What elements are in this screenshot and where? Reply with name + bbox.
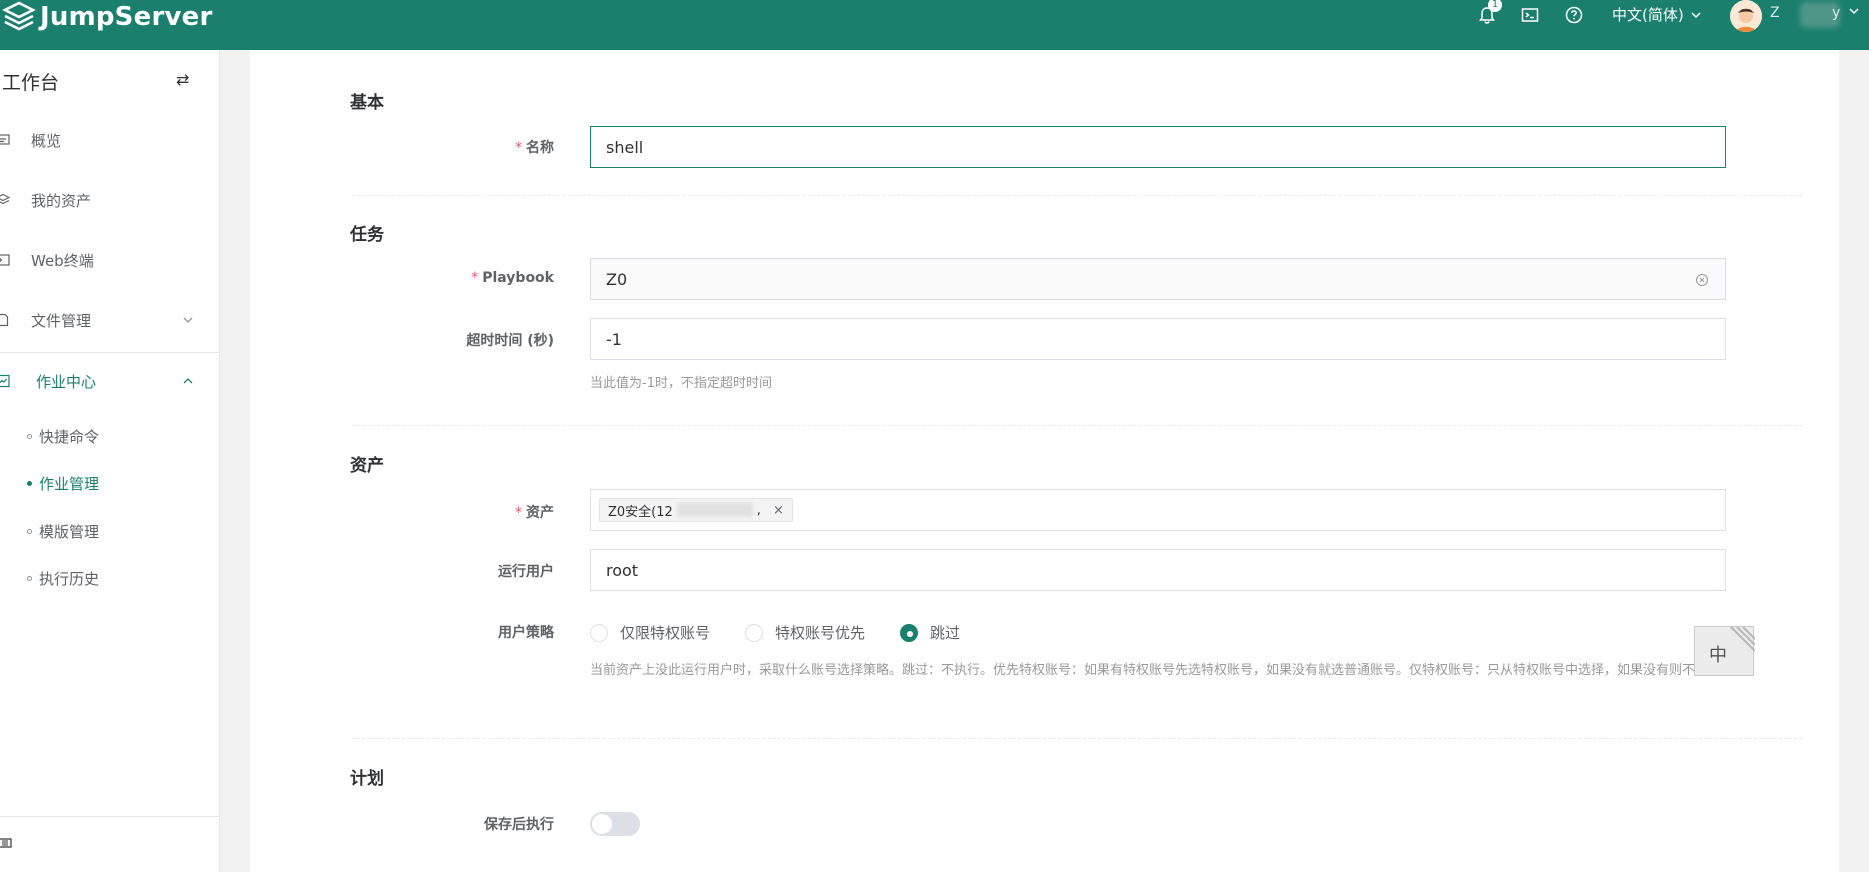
bullet-dot [27, 480, 32, 486]
clear-icon[interactable] [1695, 273, 1709, 287]
playbook-label: * Playbook [471, 270, 554, 286]
radio-skip[interactable]: 跳过 [900, 622, 960, 643]
file-icon [0, 313, 9, 327]
sidebar-title: 工作台 [2, 72, 60, 94]
timeout-label: 超时时间 (秒) [466, 333, 554, 349]
language-selector[interactable]: 中文(简体) [1612, 4, 1702, 25]
sidebar-subitem-label: 执行历史 [39, 569, 100, 588]
asset-tag-label: Z0安全(12 [608, 504, 673, 520]
sidebar-item-job-center[interactable]: 作业中心 [0, 361, 219, 401]
sidebar-bottom-divider [0, 816, 219, 817]
required-asterisk: * [471, 270, 479, 286]
user-strategy-help-text: 当前资产上没此运行用户时，采取什么账号选择策略。跳过：不执行。优先特权账号：如果… [590, 663, 1722, 678]
asset-tag-suffix: , [756, 502, 761, 518]
section-title-plan: 计划 [350, 769, 384, 789]
user-strategy-label: 用户策略 [498, 625, 554, 641]
sidebar-subitem-job-management[interactable]: 作业管理 [0, 465, 219, 501]
timeout-help-text: 当此值为-1时，不指定超时时间 [590, 376, 772, 391]
ime-corner-icon [1730, 627, 1755, 652]
sidebar-item-web-terminal[interactable]: Web终端 [0, 240, 219, 280]
user-menu-chevron-icon[interactable] [1848, 5, 1860, 17]
user-avatar[interactable] [1730, 0, 1762, 32]
jumpserver-logo-icon [2, 1, 36, 31]
assets-icon [0, 193, 10, 205]
chevron-down-icon [1691, 11, 1701, 18]
radio-circle-checked [900, 623, 918, 642]
sidebar-item-my-assets[interactable]: 我的资产 [0, 180, 219, 220]
bullet-dot [27, 575, 32, 581]
assets-label: * 资产 [515, 505, 554, 521]
bullet-dot [27, 528, 32, 534]
sidebar-subitem-quick-command[interactable]: 快捷命令 [0, 418, 219, 454]
sidebar-divider [0, 352, 219, 353]
web-terminal-icon[interactable] [1519, 4, 1541, 26]
top-header: JumpServer 1 中文(简体) Z y [0, 0, 1869, 50]
radio-privileged-only[interactable]: 仅限特权账号 [590, 622, 710, 643]
help-icon[interactable] [1563, 4, 1585, 26]
name-input[interactable]: shell [590, 126, 1726, 168]
sidebar-item-label: 文件管理 [31, 311, 92, 330]
sidebar-subitem-label: 作业管理 [39, 474, 100, 493]
brand-logo[interactable]: JumpServer [0, 0, 212, 50]
chevron-up-icon [183, 378, 193, 384]
run-after-save-label: 保存后执行 [484, 817, 554, 833]
switch-view-icon[interactable]: ⇄ [176, 70, 189, 89]
user-name-suffix: y [1832, 5, 1841, 21]
sidebar: 工作台 ⇄ 概览 我的资产 Web终端 文件管理 作业中心 快捷命令 作业管理 … [0, 50, 220, 872]
asset-tag-redacted [676, 503, 753, 517]
chevron-down-icon [183, 317, 193, 323]
language-label: 中文(简体) [1612, 6, 1684, 24]
timeout-input[interactable]: -1 [590, 318, 1726, 360]
asset-tag: Z0安全(12 , × [599, 498, 793, 522]
sidebar-item-overview[interactable]: 概览 [0, 120, 219, 160]
radio-privileged-first[interactable]: 特权账号优先 [745, 622, 865, 643]
brand-name: JumpServer [40, 2, 213, 32]
sidebar-subitem-execution-history[interactable]: 执行历史 [0, 560, 219, 596]
run-after-save-switch[interactable] [590, 812, 640, 836]
run-user-input[interactable]: root [590, 549, 1726, 591]
overview-icon [0, 134, 10, 145]
required-asterisk: * [515, 505, 522, 521]
ime-indicator[interactable]: 中 [1694, 626, 1755, 676]
sidebar-item-label: Web终端 [31, 251, 94, 270]
section-title-basic: 基本 [350, 93, 384, 113]
section-divider [352, 195, 1802, 196]
sidebar-item-label: 我的资产 [31, 191, 92, 210]
section-title-task: 任务 [350, 225, 384, 245]
sidebar-subitem-label: 模版管理 [39, 522, 100, 541]
name-label: * 名称 [515, 140, 554, 156]
radio-circle [745, 623, 763, 642]
sidebar-item-label: 概览 [31, 131, 62, 150]
section-title-asset: 资产 [350, 456, 384, 476]
playbook-select[interactable]: Z0 [590, 258, 1726, 300]
sidebar-item-label: 作业中心 [36, 372, 97, 391]
user-name-initial[interactable]: Z [1770, 5, 1780, 21]
job-icon [0, 374, 10, 388]
avatar-icon [1730, 0, 1762, 32]
section-divider [352, 738, 1802, 739]
run-user-label: 运行用户 [498, 564, 554, 580]
terminal-icon [0, 254, 10, 266]
tag-close-icon[interactable]: × [773, 503, 784, 518]
sidebar-item-file-management[interactable]: 文件管理 [0, 300, 219, 340]
notification-bell-icon[interactable]: 1 [1476, 0, 1502, 26]
section-divider [352, 425, 1802, 426]
job-form-card [250, 50, 1839, 872]
radio-circle [590, 623, 608, 642]
sidebar-subitem-label: 快捷命令 [39, 427, 100, 446]
assets-select[interactable]: Z0安全(12 , × [590, 489, 1726, 531]
switch-knob [592, 814, 612, 834]
bullet-dot [27, 433, 32, 439]
collapse-sidebar-icon[interactable] [0, 836, 12, 850]
sidebar-subitem-template-management[interactable]: 模版管理 [0, 513, 219, 549]
required-asterisk: * [515, 140, 522, 156]
notification-badge: 1 [1488, 0, 1502, 12]
